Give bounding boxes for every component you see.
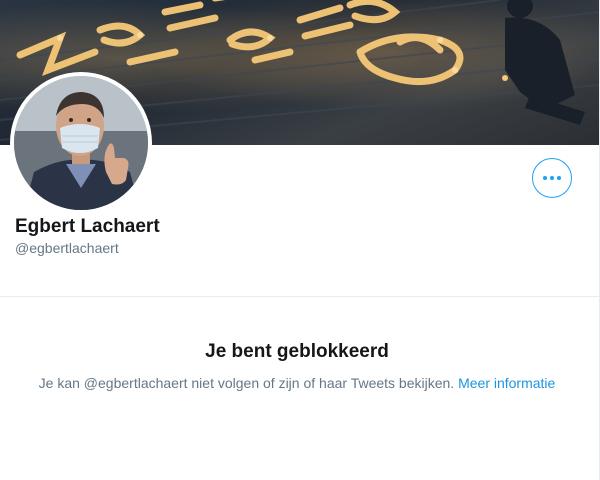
more-horizontal-icon [543,176,561,180]
profile-display-name: Egbert Lachaert [15,216,160,237]
more-info-link[interactable]: Meer informatie [458,375,555,391]
profile-page: Egbert Lachaert @egbertlachaert Je bent … [0,0,600,480]
avatar-photo [14,76,148,210]
more-options-button[interactable] [532,158,572,198]
profile-handle: @egbertlachaert [15,240,119,256]
section-divider [0,296,599,297]
blocked-message: Je kan @egbertlachaert niet volgen of zi… [38,375,455,391]
profile-avatar[interactable] [10,72,152,214]
blocked-message-row: Je kan @egbertlachaert niet volgen of zi… [0,374,594,392]
blocked-title: Je bent geblokkeerd [205,341,389,362]
